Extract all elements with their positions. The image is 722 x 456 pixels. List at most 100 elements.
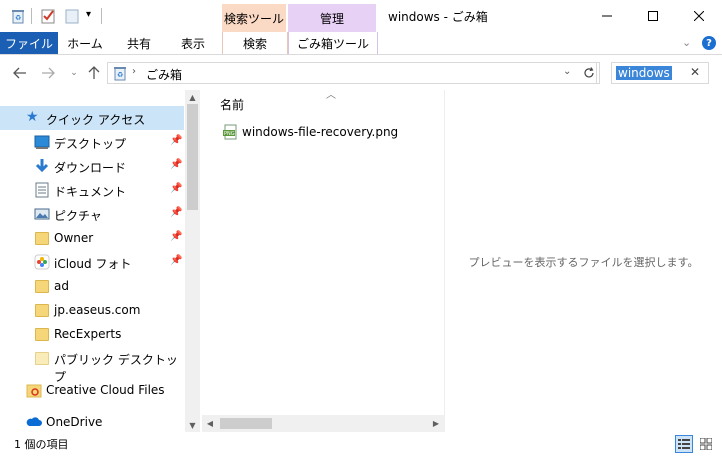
picture-icon (34, 206, 50, 222)
tab-search[interactable]: 検索 (222, 32, 288, 54)
close-button[interactable] (676, 0, 722, 32)
search-tools-group-label: 検索ツール (223, 11, 284, 26)
folder-icon (35, 328, 49, 341)
document-icon (34, 182, 50, 198)
minimize-button[interactable] (584, 0, 630, 32)
forward-arrow-icon[interactable] (38, 63, 58, 83)
title-bar: ♻ ▾ 検索ツール 管理 windows - ごみ箱 (0, 0, 722, 32)
nav-item-label: RecExperts (54, 327, 122, 341)
nav-item-ad[interactable]: ad (0, 274, 184, 298)
help-icon[interactable]: ? (702, 36, 716, 50)
folder-icon (35, 280, 49, 293)
pin-icon: 📌 (170, 207, 183, 218)
toolbar-divider (31, 8, 32, 24)
manage-group-label: 管理 (319, 11, 344, 26)
nav-item-label: iCloud フォト (54, 257, 132, 271)
file-name: windows-file-recovery.png (242, 125, 399, 139)
nav-item-downloads[interactable]: ダウンロード 📌 (0, 154, 184, 178)
properties-icon[interactable] (40, 8, 56, 24)
refresh-button[interactable] (578, 62, 600, 84)
nav-item-recexperts[interactable]: RecExperts (0, 322, 184, 346)
nav-item-icloud-photos[interactable]: iCloud フォト 📌 (0, 250, 184, 274)
nav-item-label: ピクチャ (54, 209, 102, 223)
recent-locations-chevron-icon[interactable]: ⌄ (64, 63, 84, 83)
search-input[interactable]: windows (616, 66, 672, 80)
breadcrumb-separator-icon[interactable]: › (132, 66, 136, 77)
clear-search-icon[interactable]: ✕ (690, 65, 700, 79)
details-view-icon (678, 439, 690, 449)
recycle-bin-icon[interactable]: ♻ (10, 8, 26, 24)
nav-item-label: jp.easeus.com (54, 303, 141, 317)
tab-recycle-bin-tools[interactable]: ごみ箱ツール (288, 32, 378, 54)
star-icon: ★ (26, 109, 39, 125)
scroll-left-arrow-icon[interactable]: ◀ (202, 415, 218, 432)
nav-item-public-desktop[interactable]: パブリック デスクトップ (0, 346, 184, 384)
expand-ribbon-chevron-icon[interactable]: ⌄ (682, 36, 691, 49)
maximize-button[interactable] (630, 0, 676, 32)
breadcrumb-recycle-bin[interactable]: ごみ箱 (146, 66, 182, 83)
customize-toolbar-chevron-icon[interactable]: ▾ (86, 9, 91, 20)
content-scrollbar-thumb[interactable] (220, 418, 272, 429)
nav-item-jp-easeus[interactable]: jp.easeus.com (0, 298, 184, 322)
window-title: windows - ごみ箱 (388, 10, 488, 24)
icloud-photos-icon (34, 254, 50, 270)
tab-share[interactable]: 共有 (116, 32, 162, 54)
folder-icon (35, 232, 49, 245)
folder-icon (35, 304, 49, 317)
nav-item-label: OneDrive (46, 415, 103, 429)
nav-item-pictures[interactable]: ピクチャ 📌 (0, 202, 184, 226)
nav-item-label: ad (54, 279, 69, 293)
nav-item-desktop[interactable]: デスクトップ 📌 (0, 130, 184, 154)
nav-item-onedrive[interactable]: OneDrive (0, 410, 184, 434)
creative-cloud-folder-icon (26, 382, 42, 398)
nav-item-label: Creative Cloud Files (46, 383, 165, 397)
back-arrow-icon[interactable] (10, 63, 30, 83)
pin-icon: 📌 (170, 159, 183, 170)
nav-item-label: デスクトップ (54, 137, 127, 151)
list-item[interactable]: PNG windows-file-recovery.png (220, 122, 440, 142)
preview-message: プレビューを表示するファイルを選択します。 (468, 256, 699, 269)
details-view-button[interactable] (675, 435, 693, 453)
png-file-icon: PNG (222, 124, 238, 143)
search-box[interactable]: windows ✕ (611, 62, 709, 84)
up-arrow-icon[interactable] (84, 63, 104, 83)
nav-item-label: ドキュメント (54, 185, 127, 199)
download-icon (34, 158, 50, 174)
nav-pane-scrollbar-thumb[interactable] (187, 104, 198, 210)
folder-icon (35, 352, 49, 365)
svg-text:♻: ♻ (15, 14, 21, 22)
nav-item-owner[interactable]: Owner 📌 (0, 226, 184, 250)
file-tab[interactable]: ファイル (0, 32, 58, 54)
tab-home[interactable]: ホーム (62, 32, 108, 54)
pin-icon: 📌 (170, 231, 183, 242)
pin-icon: 📌 (170, 183, 183, 194)
nav-item-label: クイック アクセス (46, 113, 146, 127)
manage-group-header: 管理 (288, 4, 376, 32)
desktop-icon (34, 134, 50, 150)
nav-item-creative-cloud[interactable]: Creative Cloud Files (0, 378, 184, 402)
svg-text:PNG: PNG (224, 131, 235, 137)
large-icons-view-button[interactable] (697, 435, 715, 453)
status-item-count: 1 個の項目 (14, 438, 69, 451)
large-icons-view-icon (700, 438, 712, 450)
nav-item-label: Owner (54, 231, 94, 245)
new-folder-icon[interactable] (64, 8, 80, 24)
column-header-name[interactable]: 名前 (220, 96, 244, 113)
tab-view[interactable]: 表示 (170, 32, 216, 54)
pin-icon: 📌 (170, 255, 183, 266)
recycle-bin-icon: ♻ (112, 65, 128, 84)
search-tools-group-header: 検索ツール (222, 4, 286, 32)
nav-item-label: ダウンロード (54, 161, 127, 175)
scroll-right-arrow-icon[interactable]: ▶ (428, 415, 444, 432)
address-dropdown-chevron-icon[interactable]: ⌄ (563, 66, 571, 77)
svg-text:♻: ♻ (117, 71, 123, 79)
nav-item-documents[interactable]: ドキュメント 📌 (0, 178, 184, 202)
scroll-down-arrow-icon[interactable]: ▼ (185, 418, 200, 432)
address-bar[interactable]: ♻ › ごみ箱 ⌄ (107, 62, 597, 84)
sort-ascending-chevron-icon: ︿ (326, 90, 336, 101)
onedrive-cloud-icon (26, 415, 42, 431)
toolbar-divider (101, 8, 102, 24)
scroll-up-arrow-icon[interactable]: ▲ (185, 90, 200, 104)
nav-item-quick-access[interactable]: ★ クイック アクセス (0, 106, 184, 130)
pin-icon: 📌 (170, 135, 183, 146)
